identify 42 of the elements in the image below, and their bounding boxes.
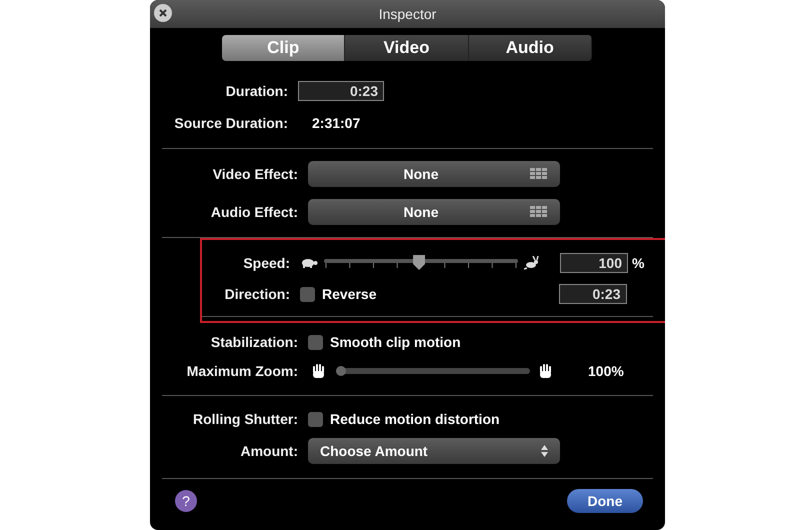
- field-label: Maximum Zoom:: [186, 363, 299, 379]
- grid-icon: [530, 206, 548, 218]
- close-button[interactable]: [154, 4, 172, 22]
- checkbox-label: Reduce motion distortion: [330, 411, 500, 427]
- checkbox-label: Smooth clip motion: [330, 334, 461, 350]
- field-label: Direction:: [224, 286, 291, 302]
- duration-field[interactable]: 0:23: [298, 80, 384, 100]
- stabilization-checkbox[interactable]: [308, 334, 323, 350]
- field-label: Duration:: [224, 82, 289, 98]
- slider-thumb[interactable]: [336, 366, 346, 376]
- field-label: Speed:: [242, 255, 291, 271]
- zoom-reading: 100%: [588, 363, 624, 379]
- help-button[interactable]: ?: [175, 490, 197, 512]
- amount-dropdown[interactable]: Choose Amount: [308, 438, 560, 464]
- rolling-shutter-checkbox[interactable]: [308, 412, 323, 426]
- reverse-checkbox[interactable]: [300, 286, 315, 302]
- hand-icon: [538, 363, 552, 379]
- stepper-arrows-icon: [541, 445, 548, 457]
- percent-unit: %: [632, 255, 644, 271]
- checkbox-label: Reverse: [322, 286, 376, 302]
- grid-icon: [530, 168, 548, 180]
- source-duration-value: 2:31:07: [312, 115, 360, 131]
- field-label: Video Effect:: [212, 166, 299, 182]
- tab[interactable]: Video: [345, 35, 469, 61]
- speed-slider[interactable]: [324, 255, 518, 271]
- speed-field[interactable]: 100: [560, 253, 628, 273]
- slider-thumb[interactable]: [413, 255, 426, 270]
- audio-effect-button[interactable]: None: [308, 199, 560, 225]
- field-label: Source Duration:: [173, 115, 289, 131]
- done-button[interactable]: Done: [567, 489, 643, 513]
- close-icon: [159, 9, 167, 17]
- field-label: Amount:: [239, 443, 299, 459]
- rabbit-icon: [524, 256, 540, 270]
- field-label: Stabilization:: [210, 334, 299, 350]
- video-effect-button[interactable]: None: [308, 161, 560, 187]
- field-label: Audio Effect:: [210, 204, 299, 220]
- direction-duration-field[interactable]: 0:23: [558, 284, 626, 304]
- window-title: Inspector: [378, 6, 438, 22]
- turtle-icon: [300, 257, 318, 269]
- zoom-slider[interactable]: [336, 368, 530, 374]
- tab[interactable]: Audio: [468, 35, 592, 61]
- field-label: Rolling Shutter:: [192, 411, 299, 427]
